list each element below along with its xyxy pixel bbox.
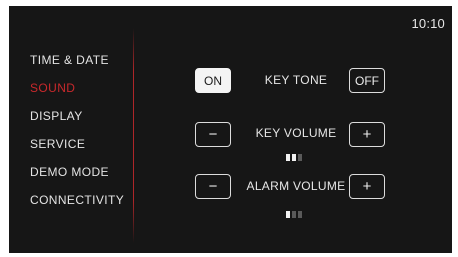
plus-icon: + <box>362 178 372 195</box>
alarm-volume-decrease-button[interactable]: − <box>195 174 231 199</box>
settings-menu: TIME & DATE SOUND DISPLAY SERVICE DEMO M… <box>30 50 124 218</box>
level-bar <box>298 154 302 161</box>
level-bar <box>286 211 290 218</box>
device-screen: 10:10 TIME & DATE SOUND DISPLAY SERVICE … <box>9 6 452 253</box>
level-bar <box>286 154 290 161</box>
menu-item-connectivity[interactable]: CONNECTIVITY <box>30 190 124 218</box>
key-volume-label: KEY VOLUME <box>255 126 337 140</box>
key-tone-label: KEY TONE <box>264 73 328 87</box>
menu-item-time-date[interactable]: TIME & DATE <box>30 50 124 78</box>
menu-item-sound[interactable]: SOUND <box>30 78 124 106</box>
minus-icon: − <box>208 126 218 143</box>
key-volume-level-indicator <box>286 154 302 161</box>
key-volume-decrease-button[interactable]: − <box>195 122 231 147</box>
key-volume-increase-button[interactable]: + <box>349 122 385 147</box>
menu-divider <box>133 28 134 243</box>
level-bar <box>292 154 296 161</box>
menu-item-display[interactable]: DISPLAY <box>30 106 124 134</box>
alarm-volume-label: ALARM VOLUME <box>246 179 346 193</box>
alarm-volume-level-indicator <box>286 211 302 218</box>
plus-icon: + <box>362 126 372 143</box>
menu-item-demo-mode[interactable]: DEMO MODE <box>30 162 124 190</box>
menu-item-service[interactable]: SERVICE <box>30 134 124 162</box>
level-bar <box>298 211 302 218</box>
level-bar <box>292 211 296 218</box>
key-tone-on-button[interactable]: ON <box>195 68 231 93</box>
key-tone-off-button[interactable]: OFF <box>349 68 385 93</box>
alarm-volume-increase-button[interactable]: + <box>349 174 385 199</box>
minus-icon: − <box>208 178 218 195</box>
clock: 10:10 <box>411 16 445 31</box>
